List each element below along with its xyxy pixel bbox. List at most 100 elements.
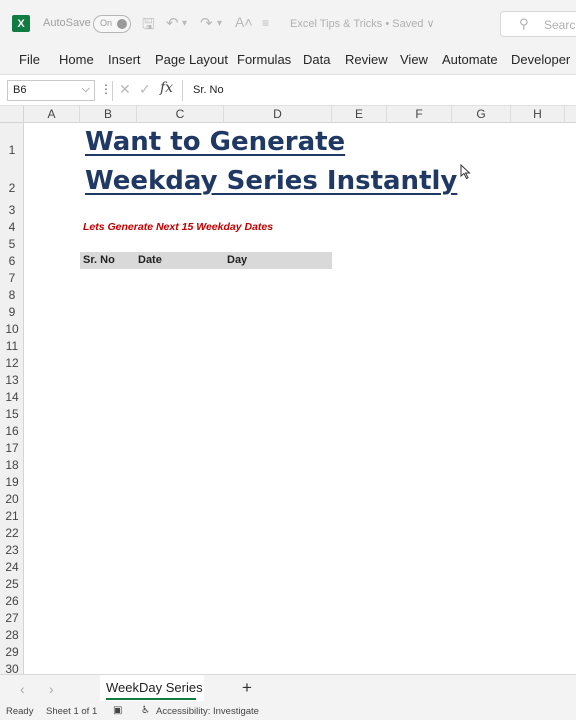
formula-input[interactable]: Sr. No bbox=[182, 80, 576, 101]
select-all-corner[interactable] bbox=[0, 106, 24, 123]
row-header[interactable]: 8 bbox=[0, 288, 24, 302]
row-header[interactable]: 10 bbox=[0, 322, 24, 336]
undo-dropdown-icon[interactable]: ▾ bbox=[182, 18, 187, 29]
save-icon[interactable]: 🖫 bbox=[142, 14, 155, 39]
autosave-toggle[interactable]: On bbox=[93, 15, 131, 33]
row-header[interactable]: 25 bbox=[0, 577, 24, 591]
status-bar: Ready Sheet 1 of 1 ▣ ♿ Accessibility: In… bbox=[0, 704, 576, 720]
formula-input-value: Sr. No bbox=[193, 84, 224, 96]
menu-page-layout[interactable]: Page Layout bbox=[155, 52, 228, 67]
row-header[interactable]: 22 bbox=[0, 526, 24, 540]
column-header-c[interactable]: C bbox=[137, 106, 224, 123]
menu-automate[interactable]: Automate bbox=[442, 52, 498, 67]
row-header[interactable]: 17 bbox=[0, 441, 24, 455]
column-header-e[interactable]: E bbox=[332, 106, 387, 123]
chevron-down-icon[interactable]: ⌵ bbox=[82, 83, 90, 96]
column-header-h[interactable]: H bbox=[511, 106, 565, 123]
column-header-f[interactable]: F bbox=[387, 106, 452, 123]
undo-icon[interactable]: ↶ bbox=[166, 14, 179, 32]
row-header[interactable]: 15 bbox=[0, 407, 24, 421]
column-header-g[interactable]: G bbox=[452, 106, 511, 123]
document-title[interactable]: Excel Tips & Tricks • Saved ∨ bbox=[290, 17, 435, 30]
row-header[interactable]: 12 bbox=[0, 356, 24, 370]
toggle-knob-icon bbox=[117, 19, 127, 29]
subtitle-cell[interactable]: Lets Generate Next 15 Weekday Dates bbox=[83, 221, 273, 233]
cancel-icon[interactable]: ✕ bbox=[119, 81, 131, 98]
row-header[interactable]: 16 bbox=[0, 424, 24, 438]
row-header[interactable]: 6 bbox=[0, 254, 24, 268]
menu-view[interactable]: View bbox=[400, 52, 428, 67]
autosave-label: AutoSave bbox=[43, 17, 91, 29]
row-header[interactable]: 2 bbox=[0, 181, 24, 195]
row-header[interactable]: 21 bbox=[0, 509, 24, 523]
row-header[interactable]: 18 bbox=[0, 458, 24, 472]
menu-review[interactable]: Review bbox=[345, 52, 388, 67]
more-options-icon[interactable]: ⋮ bbox=[100, 82, 112, 96]
status-sheet-info: Sheet 1 of 1 bbox=[46, 706, 98, 717]
row-header[interactable]: 23 bbox=[0, 543, 24, 557]
macro-recorder-icon[interactable]: ▣ bbox=[113, 705, 122, 716]
search-box[interactable]: ⚲ Search bbox=[500, 11, 576, 37]
title-line-1[interactable]: Want to Generate bbox=[85, 127, 345, 157]
chevron-left-icon[interactable]: ‹ bbox=[20, 681, 25, 697]
formula-bar-divider bbox=[112, 81, 113, 101]
row-header[interactable]: 7 bbox=[0, 271, 24, 285]
ribbon-menu: File Home Insert Page Layout Formulas Da… bbox=[0, 46, 576, 74]
row-header[interactable]: 29 bbox=[0, 645, 24, 659]
menu-home[interactable]: Home bbox=[59, 52, 94, 67]
sheet-tab-weekday-series[interactable]: WeekDay Series bbox=[100, 675, 204, 701]
row-header[interactable]: 19 bbox=[0, 475, 24, 489]
name-box-value: B6 bbox=[13, 84, 27, 96]
menu-insert[interactable]: Insert bbox=[108, 52, 141, 67]
column-header-a[interactable]: A bbox=[24, 106, 80, 123]
name-box[interactable]: B6 ⌵ bbox=[7, 80, 95, 101]
menu-developer[interactable]: Developer bbox=[511, 52, 570, 67]
title-bar: X AutoSave On 🖫 ↶ ▾ ↷ ▾ A˄ ≡ Excel Tips … bbox=[0, 0, 576, 46]
worksheet-grid[interactable] bbox=[25, 123, 576, 674]
redo-dropdown-icon[interactable]: ▾ bbox=[217, 18, 222, 29]
row-header[interactable]: 11 bbox=[0, 339, 24, 353]
title-line-2[interactable]: Weekday Series Instantly bbox=[85, 166, 457, 196]
customize-toolbar-icon[interactable]: ≡ bbox=[262, 16, 269, 30]
column-header-b[interactable]: B bbox=[80, 106, 137, 123]
row-header[interactable]: 14 bbox=[0, 390, 24, 404]
search-icon: ⚲ bbox=[519, 16, 529, 31]
formula-bar: B6 ⌵ ⋮ ✕ ✓ fx Sr. No bbox=[0, 74, 576, 106]
insert-function-icon[interactable]: fx bbox=[160, 80, 173, 96]
status-accessibility[interactable]: Accessibility: Investigate bbox=[156, 706, 259, 717]
active-tab-indicator bbox=[106, 698, 196, 700]
mouse-pointer-icon bbox=[460, 164, 471, 180]
sheet-tab-label: WeekDay Series bbox=[106, 680, 203, 695]
row-header[interactable]: 24 bbox=[0, 560, 24, 574]
chevron-right-icon[interactable]: › bbox=[49, 681, 54, 697]
enter-check-icon[interactable]: ✓ bbox=[139, 81, 151, 98]
header-date[interactable]: Date bbox=[138, 254, 162, 266]
row-header[interactable]: 5 bbox=[0, 237, 24, 251]
font-size-increase-icon[interactable]: A˄ bbox=[235, 14, 253, 30]
accessibility-icon[interactable]: ♿ bbox=[141, 705, 150, 716]
table-header-row[interactable]: Sr. No Date Day bbox=[80, 252, 332, 269]
search-placeholder: Search bbox=[544, 18, 576, 32]
autosave-toggle-text: On bbox=[100, 18, 113, 28]
header-sr-no[interactable]: Sr. No bbox=[83, 254, 115, 266]
row-header[interactable]: 9 bbox=[0, 305, 24, 319]
row-header[interactable]: 4 bbox=[0, 220, 24, 234]
menu-file[interactable]: File bbox=[19, 52, 40, 67]
menu-data[interactable]: Data bbox=[303, 52, 330, 67]
redo-icon[interactable]: ↷ bbox=[200, 14, 213, 32]
row-header[interactable]: 28 bbox=[0, 628, 24, 642]
row-header[interactable]: 13 bbox=[0, 373, 24, 387]
header-day[interactable]: Day bbox=[227, 254, 247, 266]
row-headers: 1 2 3 4 5 6 7 8 9 10 11 12 13 14 15 16 1… bbox=[0, 123, 24, 676]
row-header[interactable]: 26 bbox=[0, 594, 24, 608]
add-sheet-icon[interactable]: + bbox=[242, 678, 252, 698]
sheet-tabs-bar: ‹ › WeekDay Series + bbox=[0, 674, 576, 704]
row-header[interactable]: 27 bbox=[0, 611, 24, 625]
column-headers: A B C D E F G H bbox=[0, 106, 576, 123]
menu-formulas[interactable]: Formulas bbox=[237, 52, 291, 67]
column-header-d[interactable]: D bbox=[224, 106, 332, 123]
row-header[interactable]: 3 bbox=[0, 203, 24, 217]
excel-logo-icon: X bbox=[12, 15, 30, 32]
row-header[interactable]: 1 bbox=[0, 143, 24, 157]
row-header[interactable]: 20 bbox=[0, 492, 24, 506]
